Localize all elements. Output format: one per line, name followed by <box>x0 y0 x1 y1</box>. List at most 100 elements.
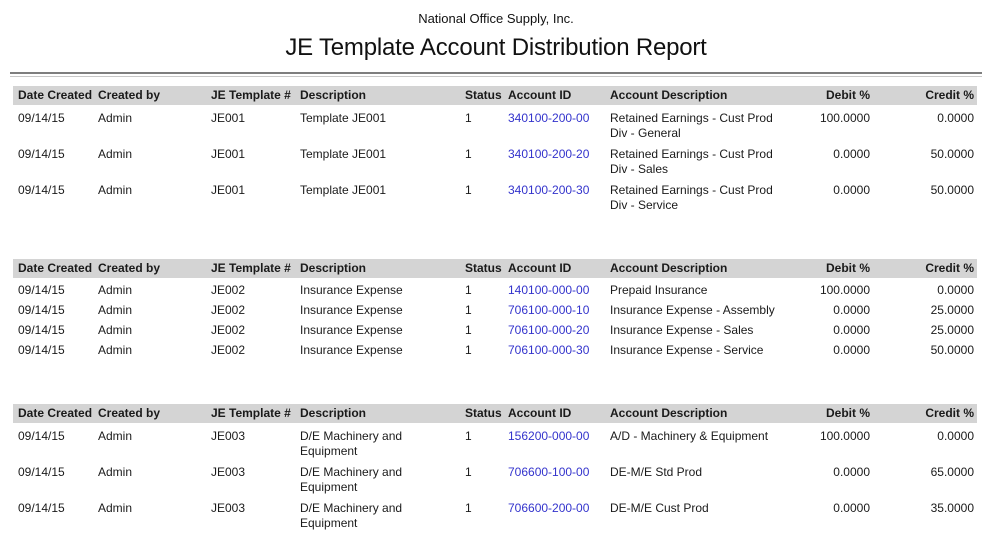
column-header-status: Status <box>465 404 508 423</box>
status-cell: 1 <box>465 459 508 495</box>
je-template-cell: JE002 <box>211 338 300 358</box>
credit-pct-cell: 35.0000 <box>873 495 977 531</box>
column-header-created-by: Created by <box>98 86 211 105</box>
table-row: 09/14/15AdminJE001Template JE0011340100-… <box>13 177 977 213</box>
column-header-credit-pct: Credit % <box>873 259 977 278</box>
date-created-cell: 09/14/15 <box>13 338 98 358</box>
credit-pct-cell: 50.0000 <box>873 177 977 213</box>
account-description-cell: Retained Earnings - Cust Prod Div - Sale… <box>610 141 810 177</box>
column-header-debit-pct: Debit % <box>810 404 873 423</box>
created-by-cell: Admin <box>98 459 211 495</box>
account-id-cell: 340100-200-20 <box>508 141 610 177</box>
column-header-created-by: Created by <box>98 259 211 278</box>
created-by-cell: Admin <box>98 141 211 177</box>
account-id-link[interactable]: 340100-200-00 <box>508 111 589 125</box>
status-cell: 1 <box>465 141 508 177</box>
credit-pct-cell: 50.0000 <box>873 141 977 177</box>
column-header-je-template: JE Template # <box>211 86 300 105</box>
column-header-debit-pct: Debit % <box>810 259 873 278</box>
column-header-row: Date CreatedCreated byJE Template #Descr… <box>13 259 977 278</box>
table-row: 09/14/15AdminJE002Insurance Expense11401… <box>13 278 977 298</box>
account-description-cell: Retained Earnings - Cust Prod Div - Gene… <box>610 105 810 141</box>
description-cell: Template JE001 <box>300 141 465 177</box>
column-header-date-created: Date Created <box>13 86 98 105</box>
column-header-account-id: Account ID <box>508 259 610 278</box>
date-created-cell: 09/14/15 <box>13 177 98 213</box>
created-by-cell: Admin <box>98 423 211 459</box>
account-description-cell: A/D - Machinery & Equipment <box>610 423 810 459</box>
je-template-cell: JE002 <box>211 318 300 338</box>
date-created-cell: 09/14/15 <box>13 459 98 495</box>
status-cell: 1 <box>465 105 508 141</box>
account-id-link[interactable]: 706100-000-10 <box>508 303 589 317</box>
account-description-cell: Prepaid Insurance <box>610 278 810 298</box>
date-created-cell: 09/14/15 <box>13 423 98 459</box>
date-created-cell: 09/14/15 <box>13 495 98 531</box>
column-header-account-description: Account Description <box>610 86 810 105</box>
description-cell: Insurance Expense <box>300 338 465 358</box>
report-page: National Office Supply, Inc. JE Template… <box>0 0 992 531</box>
report-header: National Office Supply, Inc. JE Template… <box>0 11 992 62</box>
je-template-cell: JE002 <box>211 298 300 318</box>
column-header-date-created: Date Created <box>13 404 98 423</box>
column-header-created-by: Created by <box>98 404 211 423</box>
column-header-description: Description <box>300 86 465 105</box>
debit-pct-cell: 100.0000 <box>810 423 873 459</box>
debit-pct-cell: 0.0000 <box>810 495 873 531</box>
account-id-link[interactable]: 156200-000-00 <box>508 429 589 443</box>
account-id-cell: 706600-200-00 <box>508 495 610 531</box>
credit-pct-cell: 0.0000 <box>873 278 977 298</box>
je-template-cell: JE001 <box>211 141 300 177</box>
description-cell: D/E Machinery and Equipment <box>300 423 465 459</box>
account-description-cell: Insurance Expense - Assembly <box>610 298 810 318</box>
date-created-cell: 09/14/15 <box>13 141 98 177</box>
account-id-link[interactable]: 706100-000-20 <box>508 323 589 337</box>
account-description-cell: Insurance Expense - Sales <box>610 318 810 338</box>
description-cell: Template JE001 <box>300 105 465 141</box>
column-header-je-template: JE Template # <box>211 259 300 278</box>
account-id-link[interactable]: 706100-000-30 <box>508 343 589 357</box>
debit-pct-cell: 0.0000 <box>810 141 873 177</box>
column-header-account-description: Account Description <box>610 404 810 423</box>
account-id-link[interactable]: 706600-100-00 <box>508 465 589 479</box>
column-header-je-template: JE Template # <box>211 404 300 423</box>
column-header-description: Description <box>300 259 465 278</box>
description-cell: Insurance Expense <box>300 278 465 298</box>
table-header-row: Date CreatedCreated byJE Template #Descr… <box>13 259 977 278</box>
separator-line-light <box>10 76 982 77</box>
description-cell: D/E Machinery and Equipment <box>300 459 465 495</box>
je-template-cell: JE001 <box>211 177 300 213</box>
column-header-credit-pct: Credit % <box>873 404 977 423</box>
status-cell: 1 <box>465 278 508 298</box>
table-row: 09/14/15AdminJE002Insurance Expense17061… <box>13 318 977 338</box>
account-description-cell: DE-M/E Cust Prod <box>610 495 810 531</box>
account-id-link[interactable]: 706600-200-00 <box>508 501 589 515</box>
column-header-row: Date CreatedCreated byJE Template #Descr… <box>13 404 977 423</box>
account-id-link[interactable]: 340100-200-30 <box>508 183 589 197</box>
date-created-cell: 09/14/15 <box>13 105 98 141</box>
created-by-cell: Admin <box>98 177 211 213</box>
created-by-cell: Admin <box>98 278 211 298</box>
table-row: 09/14/15AdminJE001Template JE0011340100-… <box>13 105 977 141</box>
column-header-status: Status <box>465 86 508 105</box>
debit-pct-cell: 0.0000 <box>810 318 873 338</box>
account-id-cell: 706100-000-10 <box>508 298 610 318</box>
account-id-link[interactable]: 140100-000-00 <box>508 283 589 297</box>
column-header-date-created: Date Created <box>13 259 98 278</box>
description-cell: Insurance Expense <box>300 298 465 318</box>
table-row: 09/14/15AdminJE001Template JE0011340100-… <box>13 141 977 177</box>
table-row: 09/14/15AdminJE002Insurance Expense17061… <box>13 338 977 358</box>
je-template-cell: JE003 <box>211 423 300 459</box>
status-cell: 1 <box>465 318 508 338</box>
column-header-account-description: Account Description <box>610 259 810 278</box>
table-header-row: Date CreatedCreated byJE Template #Descr… <box>13 404 977 423</box>
je-template-section-table: Date CreatedCreated byJE Template #Descr… <box>13 259 977 358</box>
created-by-cell: Admin <box>98 495 211 531</box>
table-row: 09/14/15AdminJE002Insurance Expense17061… <box>13 298 977 318</box>
description-cell: Insurance Expense <box>300 318 465 338</box>
column-header-status: Status <box>465 259 508 278</box>
column-header-row: Date CreatedCreated byJE Template #Descr… <box>13 86 977 105</box>
status-cell: 1 <box>465 495 508 531</box>
account-id-link[interactable]: 340100-200-20 <box>508 147 589 161</box>
separator-line-dark <box>10 72 982 74</box>
